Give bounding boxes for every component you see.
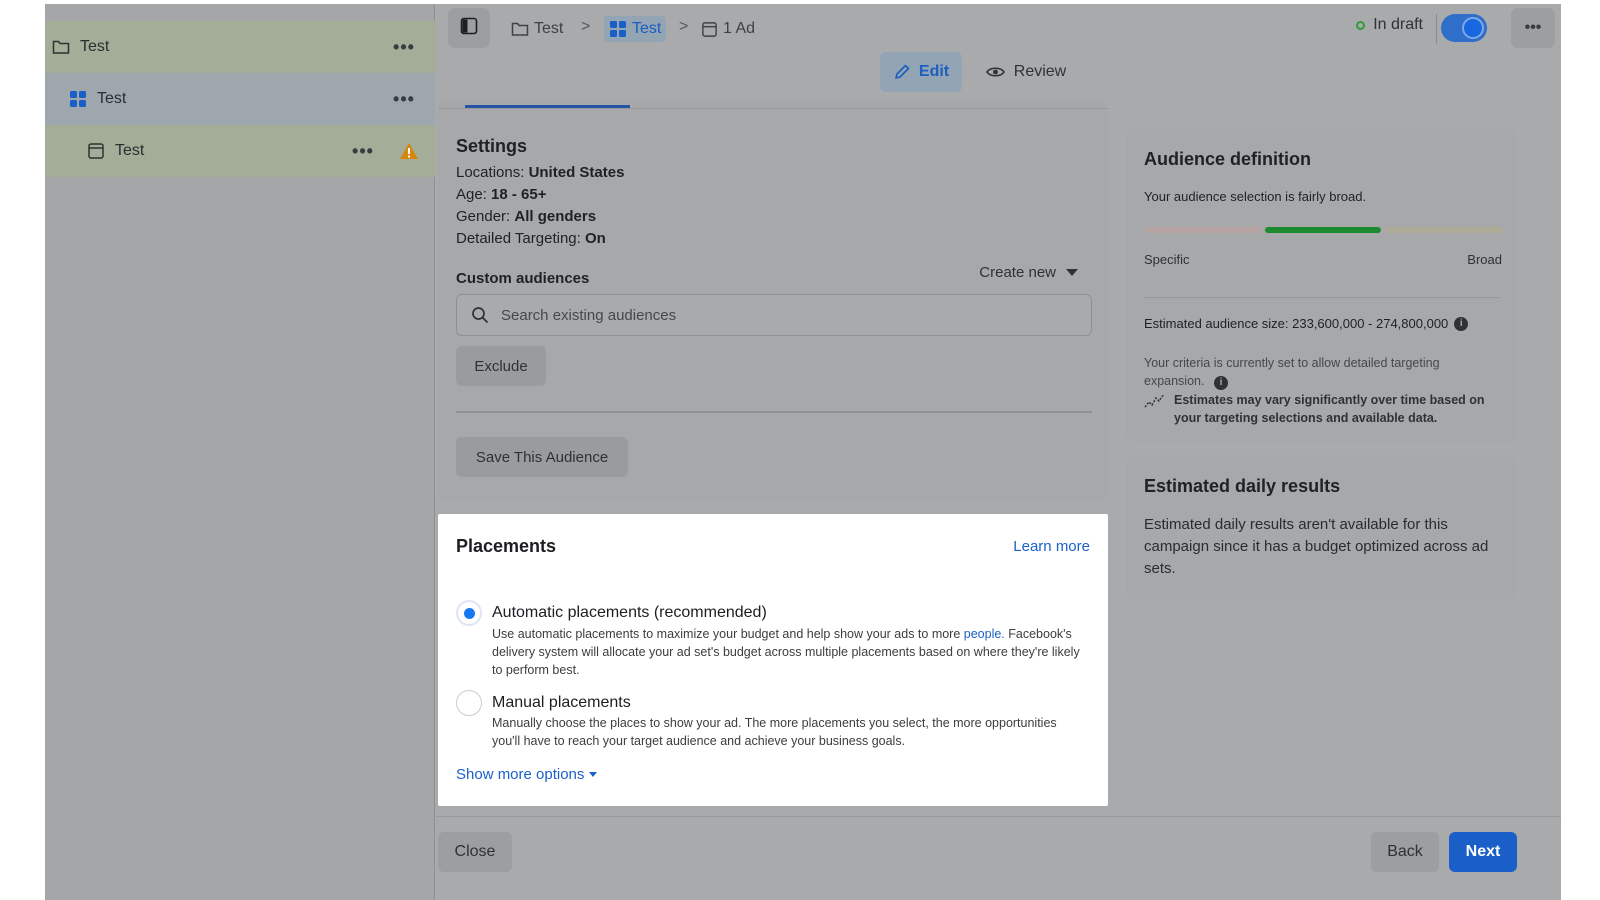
divider	[456, 411, 1092, 413]
folder-icon	[50, 36, 72, 58]
chevron-right-icon: >	[581, 18, 591, 35]
automatic-placements-radio[interactable]	[456, 600, 482, 626]
manual-placements-radio[interactable]	[456, 690, 482, 716]
custom-audiences-heading: Custom audiences	[456, 270, 590, 287]
people-link[interactable]: people.	[964, 627, 1005, 641]
estimated-daily-heading: Estimated daily results	[1144, 476, 1341, 496]
setting-locations: Locations: United States	[456, 164, 625, 181]
more-options-button[interactable]: •••	[1511, 8, 1555, 48]
criteria-text: Your criteria is currently set to allow …	[1144, 356, 1440, 388]
tab-edit[interactable]: Edit	[880, 52, 962, 92]
search-icon	[471, 306, 489, 324]
estimated-size-text: Estimated audience size: 233,600,000 - 2…	[1144, 316, 1449, 331]
more-options-icon[interactable]: •••	[384, 37, 424, 58]
placements-heading: Placements	[456, 536, 557, 556]
ad-icon	[701, 21, 718, 38]
create-new-dropdown[interactable]: Create new	[979, 264, 1078, 281]
automatic-placements-label[interactable]: Automatic placements (recommended)	[492, 604, 767, 622]
status-label: In draft	[1373, 16, 1423, 33]
save-audience-button[interactable]: Save This Audience	[456, 437, 628, 477]
breadcrumb-label: Test	[534, 20, 564, 37]
meter-segment-specific	[1144, 227, 1260, 233]
folder-icon	[511, 21, 529, 37]
meter-label-specific: Specific	[1144, 252, 1190, 267]
meter-label-broad: Broad	[1467, 252, 1502, 267]
targeting-expansion-note: Your criteria is currently set to allow …	[1144, 354, 1494, 390]
estimated-daily-text: Estimated daily results aren't available…	[1144, 516, 1489, 577]
create-new-label: Create new	[979, 264, 1056, 281]
info-icon[interactable]: i	[1454, 316, 1469, 331]
audience-definition-heading: Audience definition	[1144, 149, 1312, 169]
breadcrumb-label: 1 Ad	[723, 20, 756, 37]
caret-down-icon	[1066, 269, 1078, 276]
tab-review[interactable]: Review	[981, 52, 1071, 92]
toggle-knob	[1462, 17, 1484, 39]
tree-item-label: Test	[97, 90, 127, 107]
trend-icon	[1144, 393, 1166, 427]
grid-icon	[67, 88, 89, 110]
meter-segment-active	[1265, 227, 1381, 233]
tree-item-label: Test	[115, 142, 145, 159]
tree-item-ad-set[interactable]: Test •••	[45, 73, 435, 125]
manual-placements-description: Manually choose the places to show your …	[492, 716, 1057, 748]
draft-status: In draft	[1356, 16, 1423, 34]
ads-manager-window: Test ••• Test ••• Test ••• Test > Test >…	[45, 4, 1561, 900]
audience-breadth-text: Your audience selection is fairly broad.	[1144, 189, 1367, 204]
warning-icon	[389, 142, 429, 160]
tree-item-campaign[interactable]: Test •••	[45, 21, 435, 73]
meter-segment-broad	[1386, 227, 1502, 233]
panel-icon	[460, 17, 478, 40]
audience-card: Settings Locations: United States Age: 1…	[438, 100, 1108, 502]
breadcrumb-ad[interactable]: 1 Ad	[701, 16, 755, 42]
campaign-tree-sidebar: Test ••• Test ••• Test •••	[45, 4, 435, 900]
placements-card: Placements Learn more Automatic placemen…	[438, 514, 1108, 806]
search-placeholder: Search existing audiences	[501, 306, 677, 324]
setting-gender: Gender: All genders	[456, 208, 597, 225]
estimated-daily-results-card: Estimated daily results Estimated daily …	[1126, 456, 1516, 600]
show-more-options-link[interactable]: Show more options	[456, 766, 598, 783]
estimated-audience-size: Estimated audience size: 233,600,000 - 2…	[1144, 316, 1469, 331]
more-options-icon[interactable]: •••	[343, 141, 383, 162]
divider	[1144, 297, 1500, 298]
learn-more-link[interactable]: Learn more	[1013, 538, 1090, 555]
show-more-label: Show more options	[456, 766, 585, 783]
setting-age: Age: 18 - 65+	[456, 186, 547, 203]
breadcrumb-campaign[interactable]: Test	[511, 16, 563, 42]
more-options-icon[interactable]: •••	[384, 89, 424, 110]
back-button[interactable]: Back	[1371, 832, 1439, 872]
ad-icon	[85, 140, 107, 162]
next-button[interactable]: Next	[1449, 832, 1517, 872]
chevron-right-icon: >	[679, 18, 689, 35]
breadcrumb-ad-set[interactable]: Test	[604, 16, 667, 42]
grid-icon	[609, 20, 627, 38]
active-tab-indicator	[465, 105, 630, 108]
exclude-button[interactable]: Exclude	[456, 346, 546, 386]
breadcrumb-label: Test	[632, 20, 662, 37]
tab-label: Review	[1013, 63, 1067, 80]
estimate-variance-note: Estimates may vary significantly over ti…	[1144, 391, 1504, 427]
close-button[interactable]: Close	[438, 832, 512, 872]
top-toolbar: Test > Test > 1 Ad In draft ••• Edit Rev…	[436, 4, 1561, 100]
manual-placements-label[interactable]: Manual placements	[492, 694, 631, 712]
eye-icon	[985, 65, 1005, 79]
settings-heading: Settings	[456, 136, 528, 156]
divider	[1436, 14, 1437, 44]
audience-search-input[interactable]: Search existing audiences	[456, 294, 1092, 336]
setting-detailed-targeting: Detailed Targeting: On	[456, 230, 606, 247]
on-off-toggle[interactable]	[1441, 14, 1487, 42]
tab-divider	[438, 108, 1108, 109]
sidebar-toggle-button[interactable]	[448, 8, 490, 48]
caret-down-icon	[589, 772, 598, 777]
status-dot-icon	[1356, 20, 1366, 30]
automatic-placements-description: Use automatic placements to maximize you…	[492, 627, 1080, 677]
tree-item-ad[interactable]: Test •••	[45, 125, 435, 177]
tab-label: Edit	[918, 63, 950, 80]
variance-text: Estimates may vary significantly over ti…	[1174, 393, 1485, 425]
footer-divider	[436, 816, 1561, 817]
info-icon[interactable]: i	[1213, 376, 1228, 390]
pencil-icon	[893, 63, 911, 81]
tree-item-label: Test	[80, 38, 110, 55]
audience-definition-card: Audience definition Your audience select…	[1126, 128, 1516, 442]
